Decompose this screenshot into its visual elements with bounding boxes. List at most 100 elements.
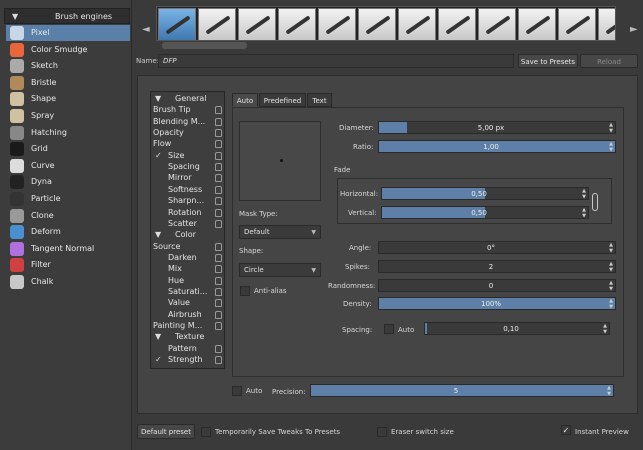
lock-icon[interactable] — [215, 129, 222, 138]
preset-thumbnail[interactable] — [598, 8, 615, 40]
spin-arrows-icon[interactable]: ▲ ▼ — [609, 141, 613, 153]
tab-predefined[interactable]: Predefined — [259, 93, 306, 107]
spin-arrows-icon[interactable]: ▲ ▼ — [609, 298, 613, 310]
lock-icon[interactable] — [215, 322, 222, 330]
option-strength[interactable]: ✓ Strength — [151, 355, 224, 366]
option-size[interactable]: ✓ Size — [151, 151, 224, 162]
option-color[interactable]: ▼ Color — [151, 230, 224, 241]
lock-icon[interactable] — [215, 344, 222, 353]
lock-icon[interactable] — [215, 185, 222, 194]
engine-item-bristle[interactable]: Bristle — [6, 75, 130, 91]
option-saturati[interactable]: Saturati... — [151, 287, 224, 298]
engine-item-curve[interactable]: Curve — [6, 158, 130, 174]
ratio-slider[interactable]: 1,00 ▲ ▼ — [378, 140, 616, 153]
preset-thumbnail[interactable] — [318, 8, 356, 40]
shape-select[interactable]: Circle ▼ — [239, 263, 321, 277]
randomness-slider[interactable]: 0 ▲ ▼ — [378, 279, 616, 292]
fade-vertical-slider[interactable]: 0,50 ▲ ▼ — [381, 206, 589, 219]
lock-icon[interactable] — [215, 287, 222, 296]
engine-item-tangent-normal[interactable]: Tangent Normal — [6, 241, 130, 257]
tab-auto[interactable]: Auto — [232, 93, 258, 107]
spin-arrows-icon[interactable]: ▲ ▼ — [609, 280, 613, 292]
save-to-presets-button[interactable]: Save to Presets — [518, 54, 578, 68]
preset-thumbnail[interactable] — [158, 8, 196, 40]
option-mirror[interactable]: Mirror — [151, 173, 224, 184]
engine-item-color-smudge[interactable]: Color Smudge — [6, 42, 130, 58]
eraser-switch-checkbox[interactable] — [377, 427, 387, 437]
engine-item-sketch[interactable]: Sketch — [6, 58, 130, 74]
paintop-options-list[interactable]: ▼ General Brush Tip Blending M... Opacity Flo… — [150, 91, 225, 369]
option-general[interactable]: ▼ General — [151, 94, 224, 105]
lock-icon[interactable] — [215, 356, 222, 365]
fade-horizontal-slider[interactable]: 0,50 ▲ ▼ — [381, 187, 589, 200]
spin-arrows-icon[interactable]: ▲ ▼ — [609, 261, 613, 273]
spin-arrows-icon[interactable]: ▲ ▼ — [603, 323, 607, 335]
option-texture[interactable]: ▼ Texture — [151, 332, 224, 343]
collapse-triangle-icon[interactable]: ▼ — [12, 12, 18, 21]
angle-slider[interactable]: 0° ▲ ▼ — [378, 241, 616, 254]
density-slider[interactable]: 100% ▲ ▼ — [378, 297, 616, 310]
preset-thumbnail[interactable] — [438, 8, 476, 40]
preset-thumbnail[interactable] — [358, 8, 396, 40]
preset-next-arrow-icon[interactable]: ► — [630, 24, 638, 35]
option-hue[interactable]: Hue — [151, 276, 224, 287]
engine-item-spray[interactable]: Spray — [6, 108, 130, 124]
option-value[interactable]: Value — [151, 298, 224, 309]
anti-alias-checkbox[interactable] — [240, 286, 250, 296]
lock-icon[interactable] — [215, 299, 222, 308]
option-spacing[interactable]: Spacing — [151, 162, 224, 173]
option-check-icon[interactable]: ✓ — [155, 151, 162, 160]
option-rotation[interactable]: Rotation — [151, 208, 224, 219]
engine-item-chalk[interactable]: Chalk — [6, 274, 130, 290]
preset-thumbnail[interactable] — [398, 8, 436, 40]
default-preset-button[interactable]: Default preset — [137, 424, 195, 439]
option-check-icon[interactable]: ✓ — [155, 355, 162, 364]
reload-button[interactable]: Reload — [580, 54, 638, 68]
option-pattern[interactable]: Pattern — [151, 344, 224, 355]
spikes-slider[interactable]: 2 ▲ ▼ — [378, 260, 616, 273]
precision-auto-checkbox[interactable] — [232, 386, 242, 396]
option-sharpn[interactable]: Sharpn... — [151, 196, 224, 207]
preset-name-field[interactable]: DFP — [158, 54, 514, 68]
preset-thumbnail[interactable] — [238, 8, 276, 40]
engine-item-clone[interactable]: Clone — [6, 208, 130, 224]
preset-thumbnail[interactable] — [478, 8, 516, 40]
engine-item-dyna[interactable]: Dyna — [6, 174, 130, 190]
spin-arrows-icon[interactable]: ▲ ▼ — [609, 122, 613, 134]
diameter-slider[interactable]: 5,00 px ▲ ▼ — [378, 121, 616, 134]
lock-icon[interactable] — [215, 151, 222, 160]
option-airbrush[interactable]: Airbrush — [151, 310, 224, 321]
lock-icon[interactable] — [215, 276, 222, 285]
lock-icon[interactable] — [215, 174, 222, 183]
lock-icon[interactable] — [215, 242, 222, 251]
spacing-slider[interactable]: 0,10 ▲ ▼ — [424, 322, 610, 335]
lock-icon[interactable] — [215, 163, 222, 172]
temp-save-checkbox[interactable] — [201, 427, 211, 437]
spin-arrows-icon[interactable]: ▲ ▼ — [582, 188, 586, 200]
engine-item-pixel[interactable]: Pixel — [6, 25, 130, 41]
spin-arrows-icon[interactable]: ▲ ▼ — [607, 385, 611, 397]
lock-icon[interactable] — [215, 265, 222, 274]
preset-prev-arrow-icon[interactable]: ◄ — [142, 24, 150, 35]
preset-thumbnail[interactable] — [558, 8, 596, 40]
tab-text[interactable]: Text — [307, 93, 332, 107]
spacing-auto-checkbox[interactable] — [384, 324, 394, 334]
spin-arrows-icon[interactable]: ▲ ▼ — [582, 207, 586, 219]
option-flow[interactable]: Flow — [151, 139, 224, 150]
option-brush-tip[interactable]: Brush Tip — [151, 105, 224, 116]
engine-item-hatching[interactable]: Hatching — [6, 125, 130, 141]
collapse-triangle-icon[interactable]: ▼ — [155, 94, 161, 103]
preset-thumbnail[interactable] — [278, 8, 316, 40]
option-scatter[interactable]: Scatter — [151, 219, 224, 230]
brush-engines-header[interactable]: ▼ Brush engines — [4, 8, 130, 24]
lock-icon[interactable] — [215, 197, 222, 206]
preset-strip[interactable] — [156, 6, 616, 41]
option-softness[interactable]: Softness — [151, 185, 224, 196]
spin-arrows-icon[interactable]: ▲ ▼ — [609, 242, 613, 254]
option-mix[interactable]: Mix — [151, 264, 224, 275]
option-source[interactable]: Source — [151, 242, 224, 253]
engine-item-shape[interactable]: Shape — [6, 91, 130, 107]
mask-type-select[interactable]: Default ▼ — [239, 225, 321, 239]
preset-thumbnail[interactable] — [518, 8, 556, 40]
lock-icon[interactable] — [215, 310, 222, 319]
